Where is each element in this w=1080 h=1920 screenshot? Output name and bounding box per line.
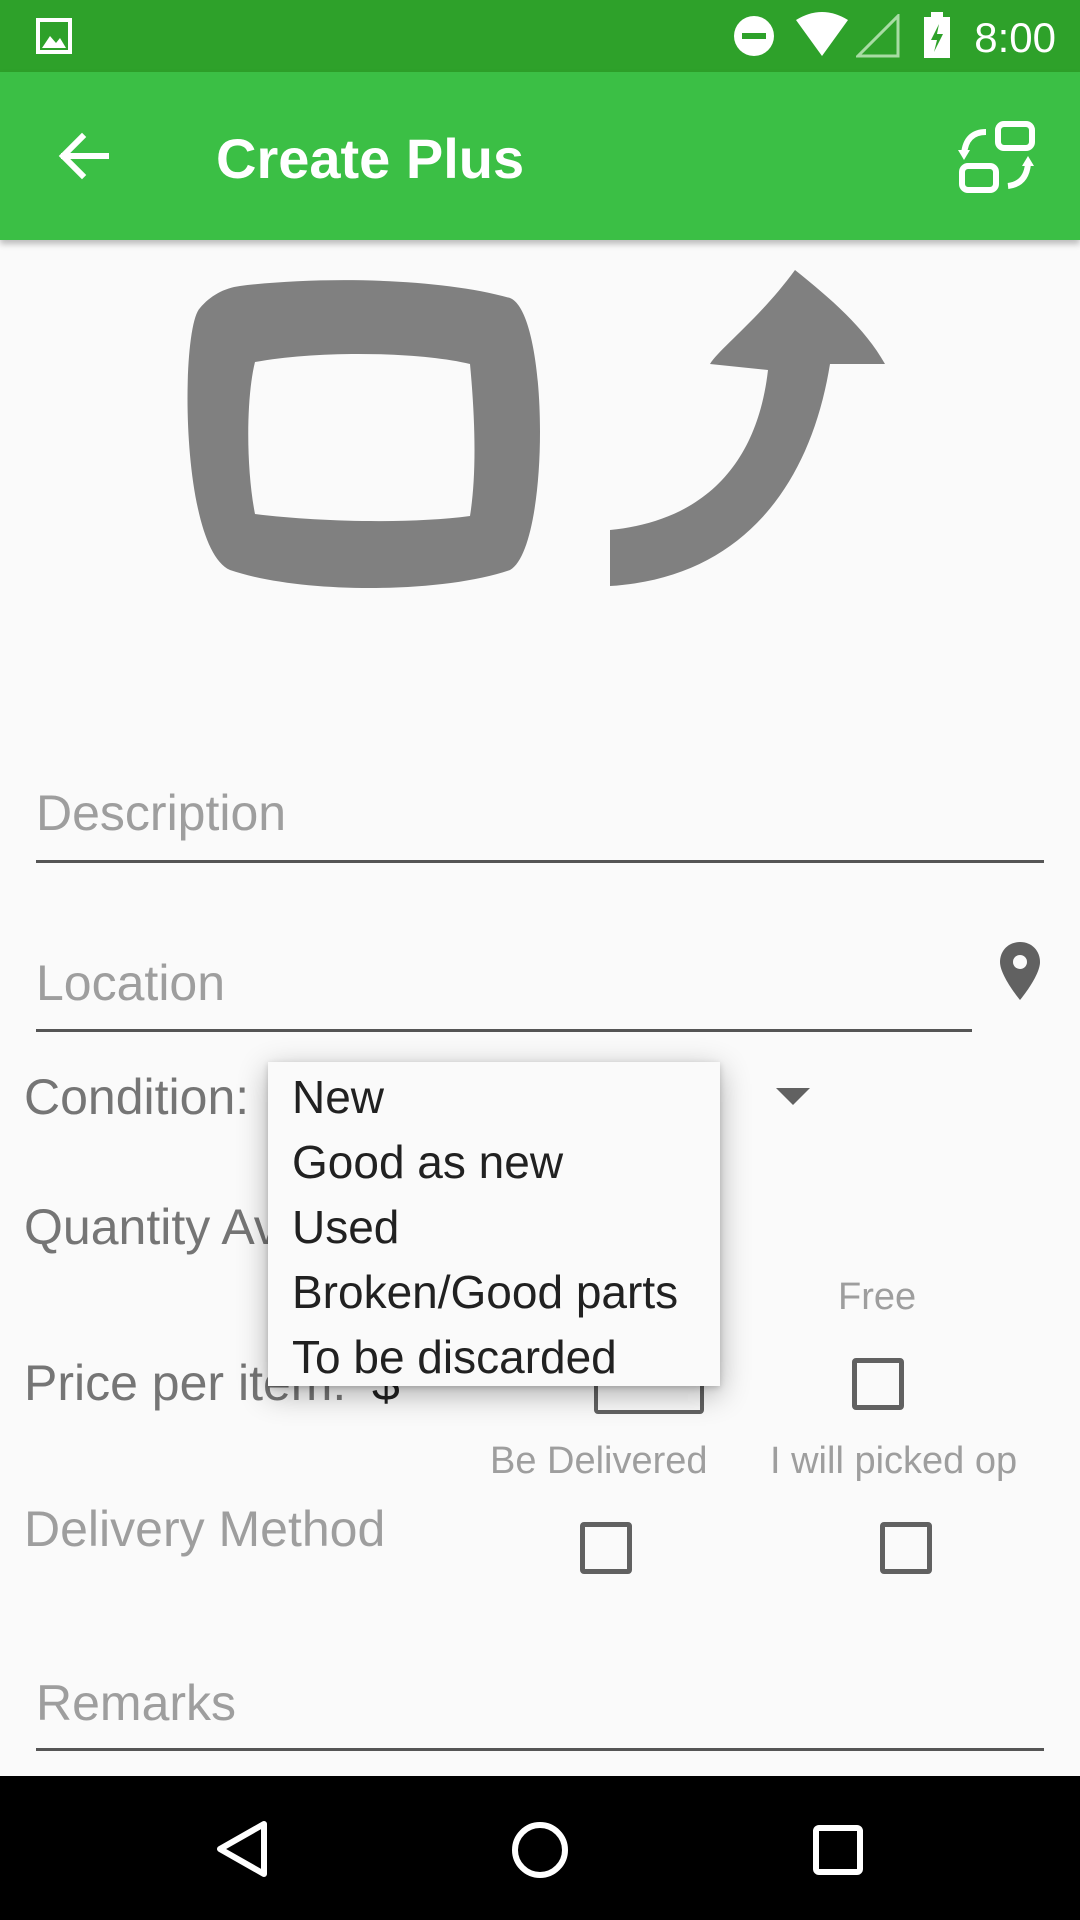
page-title: Create Plus — [216, 127, 525, 190]
remarks-input[interactable]: Remarks — [36, 1674, 236, 1732]
nav-recents-icon[interactable] — [812, 1824, 864, 1876]
quantity-label: Quantity Av — [24, 1199, 279, 1255]
location-input[interactable]: Location — [36, 954, 225, 1012]
nav-back-icon[interactable] — [214, 1820, 270, 1878]
free-checkbox[interactable] — [852, 1358, 904, 1410]
gallery-icon — [36, 18, 72, 54]
navigation-bar — [0, 1776, 1080, 1920]
condition-option-broken-good-parts[interactable]: Broken/Good parts — [292, 1265, 678, 1319]
battery-icon — [924, 12, 950, 58]
condition-dropdown-arrow-icon[interactable] — [776, 1088, 810, 1106]
condition-option-new[interactable]: New — [292, 1070, 384, 1124]
remarks-underline — [36, 1748, 1044, 1751]
description-input[interactable]: Description — [36, 784, 286, 842]
free-label: Free — [838, 1276, 917, 1318]
pick-up-label: I will picked op — [770, 1440, 1018, 1482]
condition-label: Condition: — [24, 1069, 250, 1125]
swap-icon[interactable] — [958, 120, 1036, 194]
image-placeholder-icon[interactable] — [180, 268, 890, 598]
status-time: 8:00 — [974, 14, 1056, 61]
condition-option-good-as-new[interactable]: Good as new — [292, 1135, 563, 1189]
delivery-method-label: Delivery Method — [24, 1501, 386, 1557]
be-delivered-checkbox[interactable] — [580, 1522, 632, 1574]
be-delivered-label: Be Delivered — [490, 1440, 708, 1482]
signal-icon — [856, 14, 900, 58]
condition-option-used[interactable]: Used — [292, 1200, 399, 1254]
wifi-icon — [796, 12, 848, 56]
nav-home-icon[interactable] — [510, 1820, 570, 1880]
do-not-disturb-icon — [734, 16, 774, 56]
condition-option-to-be-discarded[interactable]: To be discarded — [292, 1330, 617, 1384]
status-bar: 8:00 — [0, 0, 1080, 72]
description-underline — [36, 860, 1044, 863]
location-pin-icon[interactable] — [998, 940, 1042, 1002]
location-underline — [36, 1029, 972, 1032]
arrow-back-icon[interactable] — [58, 130, 110, 182]
pick-up-checkbox[interactable] — [880, 1522, 932, 1574]
app-bar: Create Plus — [0, 72, 1080, 240]
condition-dropdown: New Good as new Used Broken/Good parts T… — [268, 1062, 720, 1386]
